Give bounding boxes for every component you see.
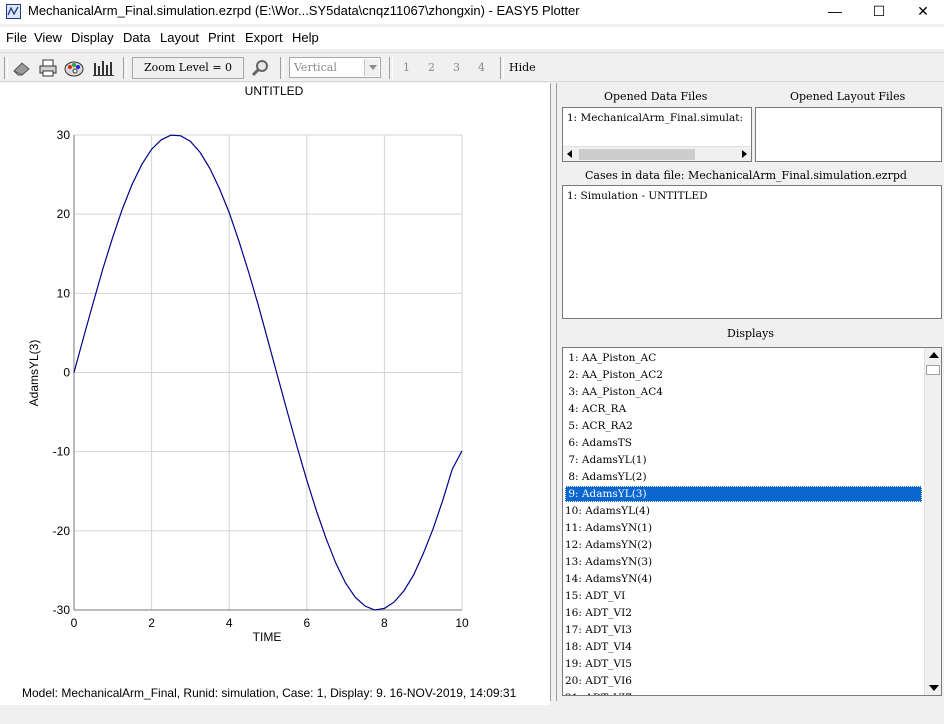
y-tick-label: -20	[53, 524, 71, 538]
zoom-magnifier-icon[interactable]	[250, 58, 272, 78]
zoom-level-field: Zoom Level = 0	[132, 57, 244, 79]
page-button-2[interactable]: 2	[428, 61, 435, 74]
x-axis-label: TIME	[253, 630, 282, 644]
display-item[interactable]: 13: AdamsYN(3)	[565, 554, 922, 570]
display-item[interactable]: 3: AA_Piston_AC4	[565, 384, 922, 400]
menu-export[interactable]: Export	[245, 30, 283, 45]
data-file-item[interactable]: 1: MechanicalArm_Final.simulat:	[567, 112, 743, 124]
y-tick-label: -10	[53, 445, 71, 459]
scroll-right-icon[interactable]	[742, 150, 747, 158]
display-item[interactable]: 6: AdamsTS	[565, 435, 922, 451]
menu-layout[interactable]: Layout	[160, 30, 199, 45]
scroll-up-icon[interactable]	[929, 352, 939, 358]
toolbar-grip[interactable]	[4, 57, 8, 79]
x-tick-label: 4	[226, 616, 233, 630]
menu-data[interactable]: Data	[123, 30, 150, 45]
page-button-4[interactable]: 4	[478, 61, 485, 74]
bar-meter-icon[interactable]	[92, 58, 114, 78]
menu-bar: File View Display Data Layout Print Expo…	[0, 27, 944, 49]
y-tick-label: 0	[63, 366, 70, 380]
y-tick-label: -30	[53, 603, 71, 617]
display-item[interactable]: 17: ADT_VI3	[565, 622, 922, 638]
display-item[interactable]: 5: ACR_RA2	[565, 418, 922, 434]
toolbar-grip-2[interactable]	[123, 57, 127, 79]
display-item[interactable]: 20: ADT_VI6	[565, 673, 922, 689]
display-item[interactable]: 18: ADT_VI4	[565, 639, 922, 655]
data-files-list[interactable]: 1: MechanicalArm_Final.simulat:	[562, 107, 752, 162]
data-files-hscroll[interactable]	[563, 146, 751, 161]
menu-view[interactable]: View	[34, 30, 62, 45]
scroll-down-icon[interactable]	[929, 685, 939, 691]
display-item[interactable]: 2: AA_Piston_AC2	[565, 367, 922, 383]
display-item[interactable]: 1: AA_Piston_AC	[565, 350, 922, 366]
x-tick-label: 2	[148, 616, 155, 630]
displays-label: Displays	[727, 327, 774, 340]
x-tick-label: 10	[455, 616, 469, 630]
toolbar-grip-3[interactable]	[280, 57, 284, 79]
plotter-app-icon	[6, 4, 21, 19]
x-tick-label: 0	[71, 616, 78, 630]
cases-label: Cases in data file: MechanicalArm_Final.…	[585, 169, 907, 182]
display-item[interactable]: 4: ACR_RA	[565, 401, 922, 417]
toolbar-grip-4[interactable]	[389, 57, 393, 79]
line-chart: UNTITLED 30 20 10 0 -10 -20 -30 0 2 4 6 8 10 TIME A…	[27, 84, 469, 644]
page-button-3[interactable]: 3	[453, 61, 460, 74]
y-axis-ticks: 30 20 10 0 -10 -20 -30	[53, 128, 71, 617]
orientation-value: Vertical	[294, 61, 337, 74]
hide-button[interactable]: Hide	[509, 61, 536, 74]
chevron-down-icon[interactable]	[364, 59, 379, 76]
color-palette-icon[interactable]	[63, 58, 85, 78]
displays-list[interactable]: 21: ADT_VI720: ADT_VI619: ADT_VI518: ADT…	[562, 347, 942, 696]
display-item[interactable]: 11: AdamsYN(1)	[565, 520, 922, 536]
display-item-selected[interactable]: 9: AdamsYL(3)	[565, 486, 922, 502]
opened-data-files-label: Opened Data Files	[604, 90, 708, 103]
eraser-icon[interactable]	[11, 58, 33, 78]
display-item[interactable]: 21: ADT_VI7	[565, 690, 922, 695]
printer-icon[interactable]	[37, 58, 59, 78]
displays-vscroll[interactable]	[924, 348, 941, 695]
display-item[interactable]: 8: AdamsYL(2)	[565, 469, 922, 485]
chart-title: UNTITLED	[245, 84, 304, 98]
minimize-button[interactable]: —	[812, 0, 858, 24]
display-item[interactable]: 10: AdamsYL(4)	[565, 503, 922, 519]
plot-area[interactable]: UNTITLED 30 20 10 0 -10 -20 -30 0 2 4 6 8 10 TIME A…	[0, 83, 550, 705]
window-title: MechanicalArm_Final.simulation.ezrpd (E:…	[28, 3, 580, 18]
y-tick-label: 30	[57, 128, 71, 142]
maximize-button[interactable]: ☐	[856, 0, 902, 24]
status-line: Model: MechanicalArm_Final, Runid: simul…	[22, 686, 517, 700]
menu-print[interactable]: Print	[208, 30, 235, 45]
orientation-select[interactable]: Vertical	[289, 57, 381, 78]
y-axis-label: AdamsYL(3)	[27, 340, 41, 407]
menu-display[interactable]: Display	[71, 30, 114, 45]
hscroll-thumb[interactable]	[579, 149, 695, 160]
toolbar-grip-5[interactable]	[500, 57, 504, 79]
page-button-1[interactable]: 1	[403, 61, 410, 74]
chart-grid	[73, 134, 463, 611]
display-item[interactable]: 19: ADT_VI5	[565, 656, 922, 672]
close-button[interactable]: ✕	[900, 0, 944, 24]
scroll-left-icon[interactable]	[567, 150, 572, 158]
display-item[interactable]: 16: ADT_VI2	[565, 605, 922, 621]
display-item[interactable]: 12: AdamsYN(2)	[565, 537, 922, 553]
menu-help[interactable]: Help	[292, 30, 319, 45]
y-tick-label: 20	[57, 207, 71, 221]
display-item[interactable]: 14: AdamsYN(4)	[565, 571, 922, 587]
display-item[interactable]: 15: ADT_VI	[565, 588, 922, 604]
vscroll-thumb[interactable]	[926, 365, 940, 375]
display-item[interactable]: 7: AdamsYL(1)	[565, 452, 922, 468]
opened-layout-files-label: Opened Layout Files	[790, 90, 906, 103]
x-axis-ticks: 0 2 4 6 8 10	[71, 616, 469, 630]
panel-splitter[interactable]	[550, 83, 557, 701]
cases-list[interactable]: 1: Simulation - UNTITLED	[562, 185, 942, 319]
x-tick-label: 8	[381, 616, 388, 630]
side-panel: Opened Data Files Opened Layout Files 1:…	[557, 83, 944, 701]
menu-file[interactable]: File	[6, 30, 27, 45]
y-tick-label: 10	[57, 286, 71, 300]
title-bar: MechanicalArm_Final.simulation.ezrpd (E:…	[0, 0, 944, 24]
toolbar: Zoom Level = 0 Vertical 1 2 3 4 Hide	[0, 52, 944, 82]
case-item[interactable]: 1: Simulation - UNTITLED	[567, 190, 708, 202]
layout-files-list[interactable]	[755, 107, 942, 162]
x-tick-label: 6	[303, 616, 310, 630]
